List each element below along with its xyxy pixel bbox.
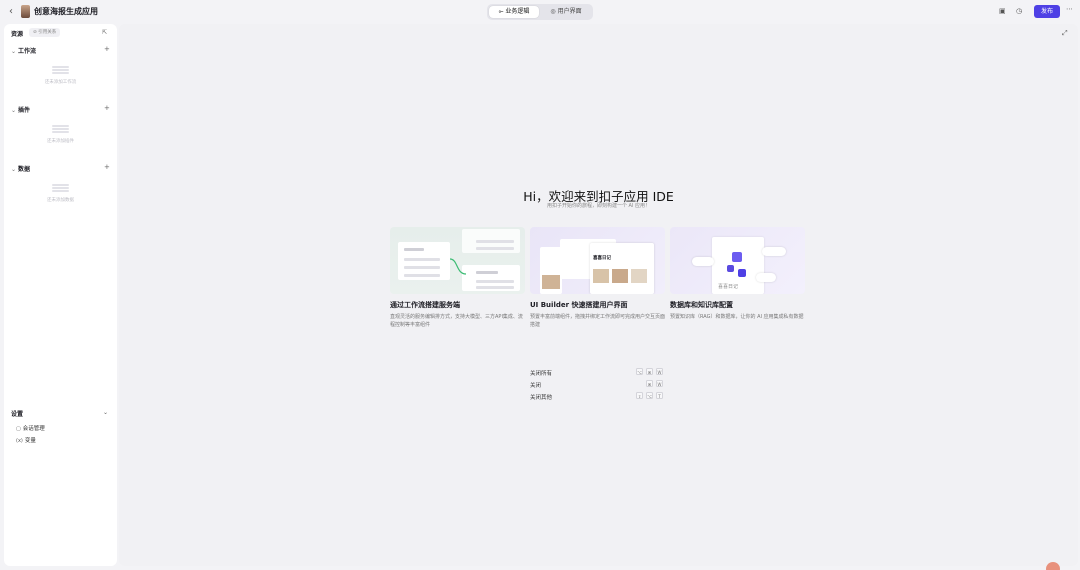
connector-line: [449, 258, 467, 275]
shortcut-key: ⌘: [646, 368, 653, 375]
app-title: 创意海报生成应用: [34, 7, 98, 16]
resource-title: 资源: [11, 31, 24, 38]
thumbnail-image: [631, 269, 647, 283]
empty-placeholder-icon: [52, 184, 69, 192]
bar: [476, 271, 498, 274]
variable-icon: (x): [16, 438, 23, 444]
bar: [476, 280, 514, 283]
shortcut-label: 关闭: [530, 383, 542, 389]
shortcut-key: W: [656, 380, 663, 387]
tag-image: [756, 273, 776, 282]
shortcut-row: 关闭所有 ⌥ ⌘ W: [530, 368, 667, 378]
tab-user-interface[interactable]: ◎ 用户界面: [541, 6, 591, 18]
settings-title[interactable]: 设置: [11, 409, 23, 418]
reference-button[interactable]: ⊘ 引用关系: [29, 28, 61, 37]
thumbnail-image: [593, 269, 609, 283]
tab-business-logic[interactable]: ⟜ 业务逻辑: [489, 6, 539, 18]
ui-builder-card-illustration[interactable]: 喜喜日记: [530, 227, 665, 294]
main-canvas: ⤢ Hi，欢迎来到扣子应用 IDE 用扣子开始你的旅程，即刻构建一个 AI 应用…: [119, 24, 1078, 566]
bar: [404, 266, 440, 269]
section-plugin[interactable]: ⌄ 插件: [11, 105, 30, 114]
workflow-card-desc: 直观灵活的服务编辑排方式，支持大模型、三方API集成、流程控制等丰富组件: [390, 314, 523, 328]
expand-icon[interactable]: ⤢: [1062, 29, 1068, 38]
ui-builder-card-title[interactable]: UI Builder 快速搭建用户界面: [530, 300, 628, 310]
top-bar: ‹ 创意海报生成应用 ✎ ⟜ 业务逻辑 ◎ 用户界面 ▣ ◷ 发布 ⋯: [0, 0, 1080, 24]
workflow-icon: ⟜: [498, 8, 504, 15]
settings-item-variable[interactable]: (x) 变量: [16, 436, 36, 444]
workflow-empty-text: 还未添加工作流: [44, 80, 77, 85]
resource-sidebar: 资源 ⊘ 引用关系 ⇱ ⌄ 工作流 + 还未添加工作流 ⌄ 插件 + 还未添加插件 …: [4, 24, 117, 566]
preview-heading: 喜喜日记: [593, 256, 611, 261]
thumbnail-image: [612, 269, 628, 283]
bar: [476, 240, 514, 243]
data-card-illustration[interactable]: 喜喜日记: [670, 227, 805, 294]
section-data[interactable]: ⌄ 数据: [11, 164, 30, 173]
app-icon: [21, 5, 30, 18]
preview-heading: 喜喜日记: [718, 284, 739, 290]
add-data-button[interactable]: +: [104, 163, 110, 171]
data-card-title[interactable]: 数据库和知识库配置: [670, 300, 733, 310]
welcome-subtitle: 用扣子开始你的旅程，即刻构建一个 AI 应用！: [546, 203, 651, 209]
bar: [476, 247, 514, 250]
edit-icon[interactable]: ✎: [92, 6, 99, 15]
mode-switch: ⟜ 业务逻辑 ◎ 用户界面: [487, 4, 593, 20]
shortcut-key: T: [656, 392, 663, 399]
empty-placeholder-icon: [52, 125, 69, 133]
chevron-down-icon: ⌄: [11, 107, 17, 114]
shortcut-key: ⌥: [636, 368, 643, 375]
bar: [404, 258, 440, 261]
database-icon: [738, 269, 746, 277]
workflow-card-illustration[interactable]: [390, 227, 525, 294]
settings-item-session[interactable]: ▢ 会话管理: [16, 424, 45, 432]
chevron-down-icon: ⌄: [11, 48, 17, 55]
tag-image: [692, 257, 714, 266]
palette-icon: ◎: [550, 8, 556, 15]
shortcut-key: ⌘: [646, 380, 653, 387]
bar: [404, 274, 440, 277]
assistant-avatar[interactable]: [1046, 562, 1060, 570]
shortcut-key: ⌥: [646, 392, 653, 399]
history-icon[interactable]: ◷: [1016, 7, 1022, 15]
database-icon: [732, 252, 742, 262]
bar: [404, 248, 424, 251]
tag-image: [762, 247, 786, 256]
shortcut-row: 关闭 ⌘ W: [530, 380, 667, 390]
data-card-desc: 预置知识库（RAG）和数据库，让你的 AI 应用集成私有数据: [670, 314, 804, 320]
shortcut-label: 关闭所有: [530, 371, 553, 377]
chat-icon: ▢: [16, 426, 21, 432]
add-plugin-button[interactable]: +: [104, 104, 110, 112]
more-icon[interactable]: ⋯: [1066, 5, 1073, 13]
workflow-card-title[interactable]: 通过工作流搭建服务端: [390, 300, 460, 310]
chevron-down-icon: ⌄: [11, 166, 17, 173]
empty-placeholder-icon: [52, 66, 69, 74]
package-icon[interactable]: ▣: [999, 7, 1006, 15]
publish-button[interactable]: 发布: [1034, 5, 1060, 18]
add-workflow-button[interactable]: +: [104, 45, 110, 53]
chevron-down-icon[interactable]: ⌄: [103, 409, 108, 416]
plugin-empty-text: 还未添加插件: [47, 139, 74, 144]
shortcut-row: 关闭其他 ⇧ ⌥ T: [530, 392, 667, 402]
shortcut-key: ⇧: [636, 392, 643, 399]
database-icon: [727, 265, 734, 272]
import-icon[interactable]: ⇱: [102, 29, 107, 36]
ui-builder-card-desc: 预置丰富前端组件，拖拽并绑定工作流即可完成用户交互页面搭建: [530, 314, 666, 328]
bar: [476, 286, 514, 289]
thumbnail-image: [542, 275, 560, 289]
shortcut-label: 关闭其他: [530, 395, 553, 401]
section-workflow[interactable]: ⌄ 工作流: [11, 46, 36, 55]
chevron-left-icon[interactable]: ‹: [9, 6, 13, 17]
shortcut-key: W: [656, 368, 663, 375]
data-empty-text: 还未添加数据: [47, 198, 74, 203]
